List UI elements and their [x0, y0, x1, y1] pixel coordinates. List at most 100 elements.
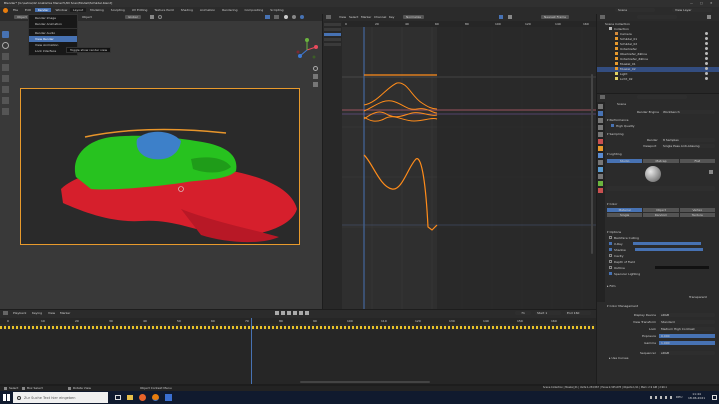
rotate-tool-icon[interactable] — [2, 64, 9, 71]
graph-menu-select[interactable]: Select — [349, 15, 358, 19]
system-tray-icons[interactable] — [650, 396, 672, 399]
annotate-tool-icon[interactable] — [2, 97, 9, 104]
workspace-tab-modeling[interactable]: Modeling — [87, 8, 107, 12]
workspace-tab-animation[interactable]: Animation — [197, 8, 218, 12]
timeline-menu-keying[interactable]: Keying — [32, 311, 42, 315]
navigation-gizmo[interactable] — [295, 38, 319, 62]
menu-edit[interactable]: Edit — [22, 8, 34, 12]
look-selector[interactable]: Medium High Contrast — [659, 326, 715, 331]
view-transform-selector[interactable]: Standard — [659, 319, 715, 324]
option-specular-lighting[interactable]: Specular Lighting — [609, 272, 715, 278]
workspace-tab-uv-editing[interactable]: UV Editing — [129, 8, 151, 12]
outliner-type-icon[interactable] — [600, 15, 605, 19]
lighting-flat-button[interactable]: Flat — [679, 158, 715, 163]
transform-tool-icon[interactable] — [2, 86, 9, 93]
outliner-item[interactable]: Licht_02 — [597, 77, 719, 82]
world-tab-icon[interactable] — [598, 139, 603, 144]
panel-lighting[interactable]: ▾ Lighting — [607, 152, 622, 156]
snap-icon[interactable] — [150, 15, 154, 19]
graph-menu-key[interactable]: Key — [389, 15, 394, 19]
workspace-tab-shading[interactable]: Shading — [178, 8, 196, 12]
object-tab-icon[interactable] — [598, 146, 603, 151]
outliner-search-input[interactable] — [637, 15, 677, 19]
end-frame-field[interactable]: End 160 — [565, 311, 591, 315]
workspace-tab-scripting[interactable]: Scripting — [267, 8, 286, 12]
graph-editor-type-icon[interactable] — [326, 15, 331, 19]
graph-channel-list[interactable] — [323, 21, 342, 309]
start-frame-field[interactable]: Start 1 — [535, 311, 561, 315]
display-device-selector[interactable]: sRGB — [659, 312, 715, 317]
windows-start-icon[interactable] — [3, 394, 10, 401]
pivot-selector[interactable]: Nearest Frame — [541, 15, 569, 19]
graph-curve-area[interactable] — [342, 27, 596, 309]
maximize-button[interactable]: □ — [700, 1, 703, 5]
current-frame-field[interactable]: 71 — [515, 311, 531, 315]
channel-row[interactable] — [324, 38, 341, 41]
properties-type-icon[interactable] — [600, 95, 605, 99]
color-material-button[interactable]: Material — [607, 208, 643, 212]
pan-view-icon[interactable] — [313, 74, 318, 79]
tool-tab-icon[interactable] — [598, 104, 603, 109]
sequencer-selector[interactable]: sRGB — [659, 350, 715, 355]
outliner[interactable]: Scene Collection Collection Camera Schäd… — [597, 14, 719, 93]
eye-icon[interactable] — [705, 52, 708, 55]
close-button[interactable]: ✕ — [710, 1, 713, 5]
viewport-menu-object[interactable]: Object — [82, 15, 92, 19]
color-single-button[interactable]: Single — [607, 213, 643, 217]
outliner-scene-collection[interactable]: Scene Collection — [605, 22, 630, 26]
output-tab-icon[interactable] — [598, 118, 603, 123]
filter-icon[interactable] — [707, 15, 711, 19]
task-view-icon[interactable] — [115, 395, 121, 400]
panel-options[interactable]: ▾ Options — [607, 230, 621, 234]
menu-window[interactable]: Window — [52, 8, 70, 12]
taskbar-language[interactable]: DEU — [676, 395, 682, 399]
render-engine-selector[interactable]: Workbench — [661, 110, 715, 114]
timeline-ruler[interactable] — [0, 318, 596, 324]
graph-scrollbar[interactable] — [591, 74, 593, 254]
material-tab-icon[interactable] — [598, 188, 603, 193]
lighting-matcap-button[interactable]: Matcap — [643, 158, 679, 163]
render-tab-icon[interactable] — [598, 111, 603, 116]
properties-search-input[interactable] — [637, 95, 687, 99]
transform-orientation-selector[interactable]: Global — [125, 15, 141, 19]
properties-editor[interactable]: Scene Render Engine Workbench ▾ Performa… — [597, 94, 719, 384]
select-tool-icon[interactable] — [2, 31, 9, 38]
xray-alpha-slider[interactable] — [632, 242, 701, 245]
workspace-tab-rendering[interactable]: Rendering — [219, 8, 240, 12]
menu-item-render-animation[interactable]: Render Animation — [29, 21, 77, 27]
shading-rendered-icon[interactable] — [300, 15, 304, 19]
workspace-tab-layout[interactable]: Layout — [70, 8, 87, 12]
app-taskbar-icon[interactable] — [165, 394, 172, 401]
scale-tool-icon[interactable] — [2, 75, 9, 82]
workspace-tab-texture-paint[interactable]: Texture Paint — [151, 8, 176, 12]
jump-end-icon[interactable] — [305, 311, 309, 315]
gamma-slider[interactable]: 1.000 — [659, 340, 715, 345]
taskbar-clock[interactable]: 11:44 18.06.2021 — [688, 392, 705, 400]
constraints-tab-icon[interactable] — [598, 174, 603, 179]
minimize-button[interactable]: — — [690, 1, 693, 5]
workspace-tab-sculpting[interactable]: Sculpting — [108, 8, 128, 12]
camera-view-icon[interactable] — [313, 82, 318, 87]
color-texture-button[interactable]: Texture — [679, 213, 715, 217]
particles-tab-icon[interactable] — [598, 160, 603, 165]
render-samples-selector[interactable]: 8 Samples — [661, 138, 715, 142]
viewport-samples-selector[interactable]: Single Pass Anti-Aliasing — [661, 144, 715, 148]
timeline-menu-view[interactable]: View — [48, 311, 55, 315]
channel-row[interactable] — [324, 23, 341, 26]
next-keyframe-icon[interactable] — [299, 311, 303, 315]
eye-icon[interactable] — [705, 32, 708, 35]
firefox-icon[interactable] — [139, 394, 146, 401]
shading-solid-icon[interactable] — [284, 15, 288, 19]
panel-color-management[interactable]: ▾ Color Management — [607, 304, 638, 308]
play-reverse-icon[interactable] — [287, 311, 291, 315]
outline-color-swatch[interactable] — [654, 266, 709, 269]
timeline-menu-marker[interactable]: Marker — [60, 311, 70, 315]
data-tab-icon[interactable] — [598, 181, 603, 186]
normalize-toggle[interactable]: Normalize — [403, 15, 425, 19]
proportional-edit-icon[interactable] — [158, 15, 162, 19]
color-vertex-button[interactable]: Vertex — [679, 208, 715, 212]
timeline-scrollbar[interactable] — [300, 381, 430, 383]
graph-snap-icon[interactable] — [508, 15, 512, 19]
play-icon[interactable] — [293, 311, 297, 315]
scene-tab-icon[interactable] — [598, 132, 603, 137]
